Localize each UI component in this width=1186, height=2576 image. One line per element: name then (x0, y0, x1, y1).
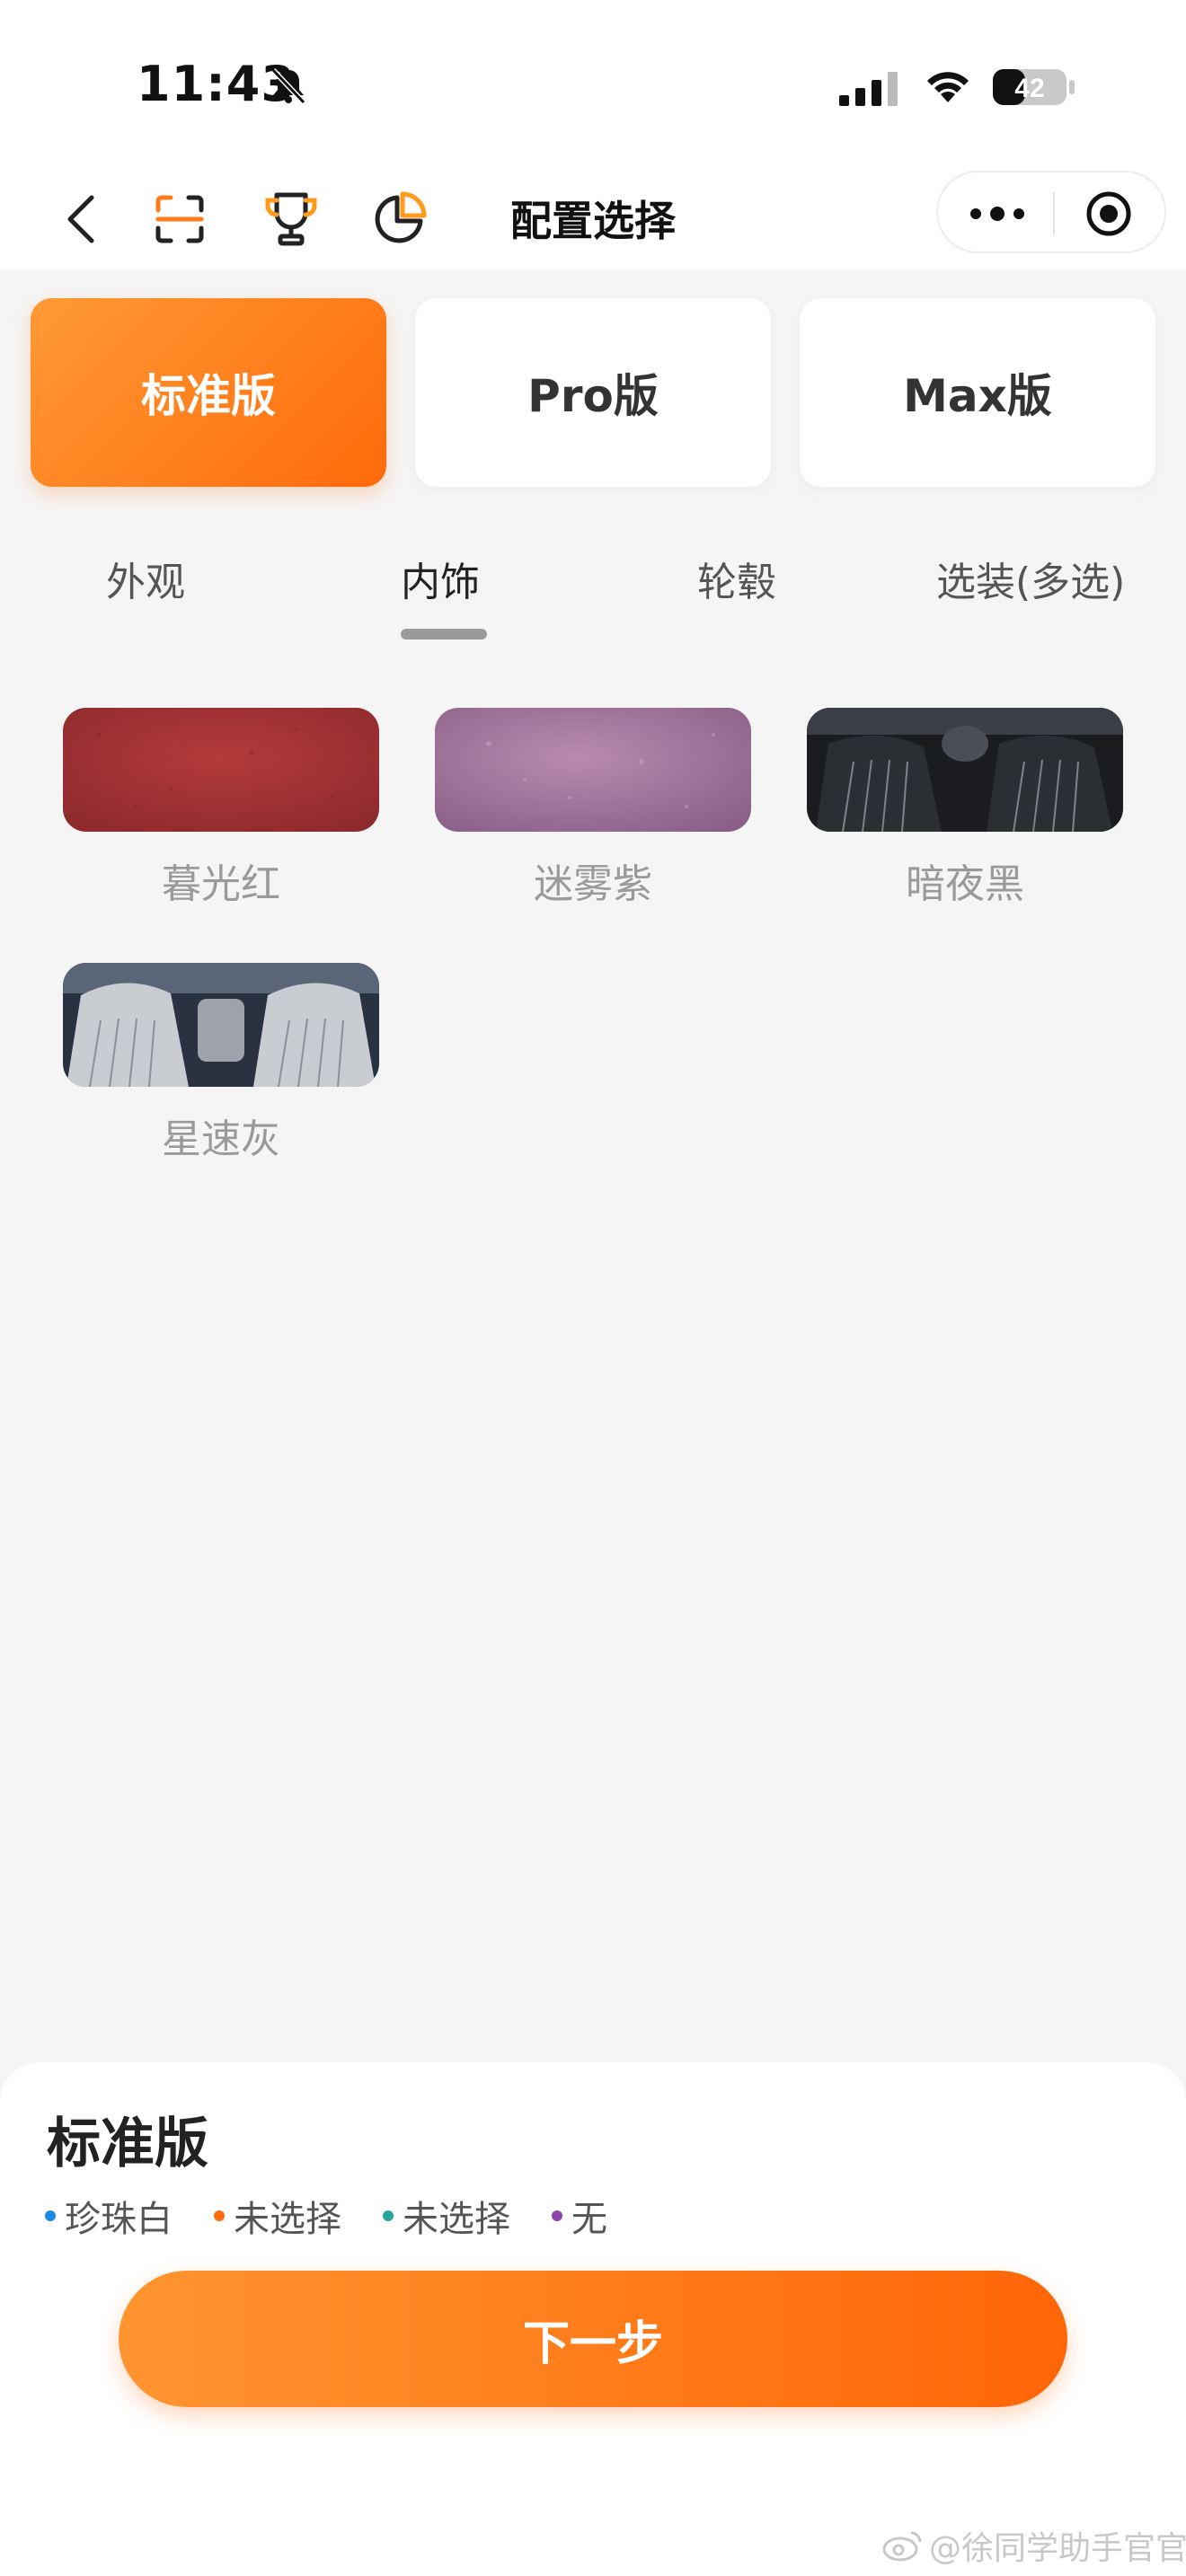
swatch-image (807, 708, 1123, 832)
tab-exterior[interactable]: 外观 (106, 550, 185, 607)
tab-indicator (401, 629, 487, 640)
pie-chart-icon[interactable] (363, 183, 435, 255)
back-icon[interactable] (45, 183, 117, 255)
swatch-label: 迷雾紫 (534, 861, 652, 907)
summary-item-interior: 未选择 (214, 2190, 341, 2242)
summary-item-options: 无 (552, 2190, 607, 2242)
capsule-divider (1053, 192, 1055, 235)
version-card-pro[interactable]: Pro版 (415, 298, 771, 487)
summary-item-label: 未选择 (234, 2199, 341, 2240)
tab-wheels[interactable]: 轮毂 (697, 550, 776, 607)
mini-program-capsule (936, 171, 1166, 253)
swatch-dusk-red[interactable]: 暮光红 (63, 708, 379, 909)
blue-dot-icon (45, 2210, 56, 2221)
target-icon[interactable] (1073, 189, 1145, 239)
swatch-image (435, 708, 751, 832)
summary-title: 标准版 (47, 2113, 208, 2175)
scan-icon[interactable] (144, 183, 216, 255)
version-card-max[interactable]: Max版 (800, 298, 1155, 487)
weibo-icon (882, 2531, 922, 2562)
page-title: 配置选择 (510, 197, 676, 245)
version-card-standard[interactable]: 标准版 (31, 298, 386, 487)
summary-item-label: 珍珠白 (65, 2199, 173, 2240)
bell-muted-icon (268, 65, 309, 106)
swatch-label: 星速灰 (162, 1116, 280, 1162)
swatch-label: 暗夜黑 (906, 861, 1024, 907)
watermark-text: @徐同学助手官官 (929, 2530, 1186, 2567)
summary-list: 珍珠白 未选择 未选择 无 (45, 2190, 649, 2242)
swatch-image (63, 708, 379, 832)
battery-level: 42 (1014, 74, 1044, 103)
swatch-image (63, 963, 379, 1087)
tab-options[interactable]: 选装(多选) (936, 550, 1125, 607)
swatch-speed-grey[interactable]: 星速灰 (63, 963, 379, 1164)
wifi-icon (922, 66, 974, 106)
status-bar: 11:43 42 (0, 0, 1186, 171)
navbar: 配置选择 (0, 171, 1186, 269)
trophy-icon[interactable] (255, 183, 327, 255)
tab-interior[interactable]: 内饰 (401, 550, 480, 607)
swatch-night-black[interactable]: 暗夜黑 (807, 708, 1123, 909)
signal-icon (839, 70, 900, 106)
swatch-label: 暮光红 (162, 861, 280, 907)
next-step-button[interactable]: 下一步 (119, 2271, 1067, 2407)
teal-dot-icon (383, 2210, 394, 2221)
battery-icon: 42 (992, 66, 1076, 108)
summary-item-label: 无 (571, 2199, 607, 2240)
selection-summary-sheet: 标准版 珍珠白 未选择 未选择 无 下一步 (0, 2062, 1186, 2576)
summary-item-label: 未选择 (403, 2199, 510, 2240)
summary-item-exterior: 珍珠白 (45, 2190, 173, 2242)
orange-dot-icon (214, 2210, 225, 2221)
swatch-mist-purple[interactable]: 迷雾紫 (435, 708, 751, 909)
purple-dot-icon (552, 2210, 562, 2221)
more-icon[interactable] (961, 190, 1033, 237)
watermark: @徐同学助手官官 (882, 2522, 1186, 2569)
summary-item-wheels: 未选择 (383, 2190, 510, 2242)
